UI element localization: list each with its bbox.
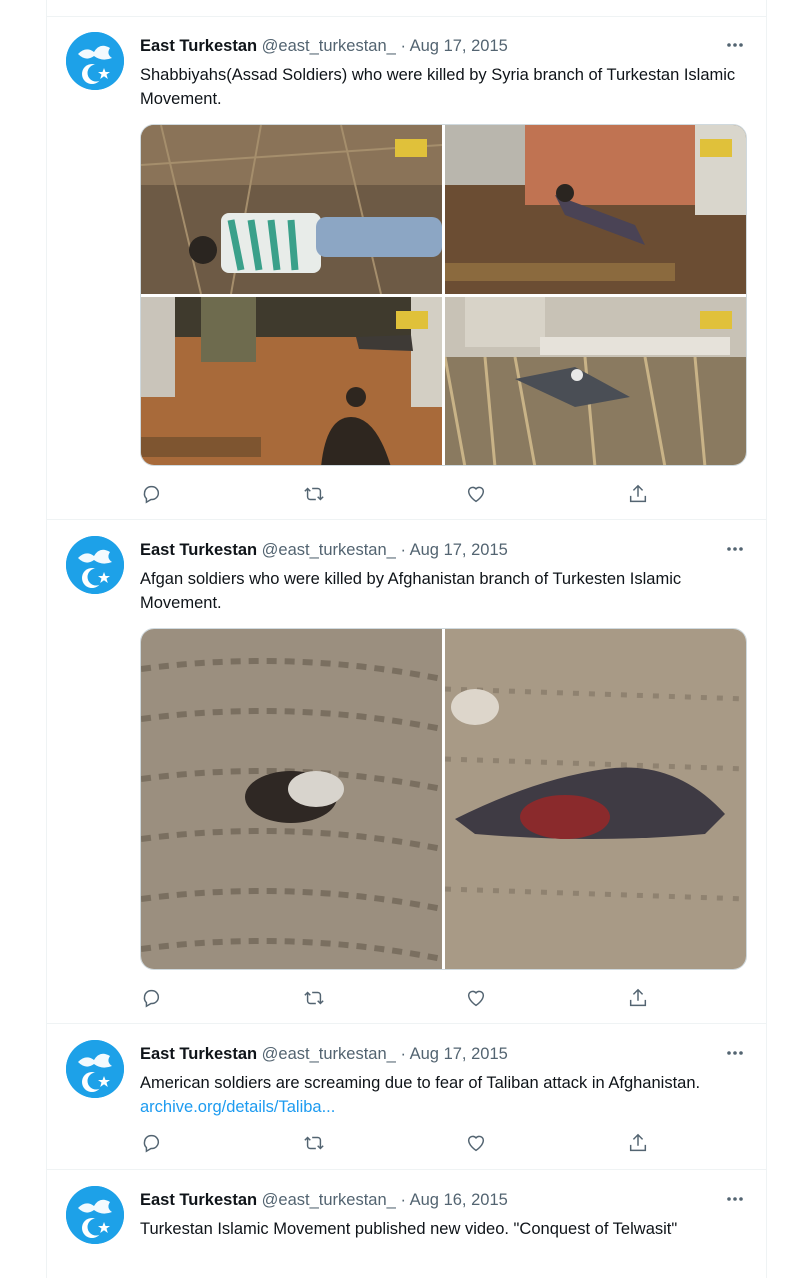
tweet-header: East Turkestan @east_turkestan_ · Aug 16… bbox=[140, 1189, 508, 1211]
reply-icon[interactable] bbox=[140, 483, 164, 507]
tweet-date[interactable]: Aug 16, 2015 bbox=[410, 1191, 508, 1209]
media-photo[interactable] bbox=[445, 629, 746, 969]
timeline-column: East Turkestan @east_turkestan_ · Aug 17… bbox=[46, 0, 767, 1278]
flag-logo-icon bbox=[66, 1040, 124, 1098]
author-handle[interactable]: @east_turkestan_ bbox=[262, 37, 396, 55]
tweet-header: East Turkestan @east_turkestan_ · Aug 17… bbox=[140, 539, 508, 561]
avatar[interactable] bbox=[66, 536, 124, 594]
media-photo[interactable] bbox=[445, 297, 746, 465]
tweet[interactable]: East Turkestan @east_turkestan_ · Aug 16… bbox=[47, 1171, 766, 1278]
more-icon[interactable] bbox=[724, 1189, 746, 1209]
media-photo[interactable] bbox=[141, 125, 442, 294]
avatar[interactable] bbox=[66, 1040, 124, 1098]
tweet-header: East Turkestan @east_turkestan_ · Aug 17… bbox=[140, 1043, 508, 1065]
flag-logo-icon bbox=[66, 1186, 124, 1244]
tweet[interactable]: East Turkestan @east_turkestan_ · Aug 17… bbox=[47, 521, 766, 1024]
more-icon[interactable] bbox=[724, 1043, 746, 1063]
separator-dot: · bbox=[400, 1191, 406, 1209]
tweet-media-grid[interactable] bbox=[140, 628, 747, 970]
avatar[interactable] bbox=[66, 32, 124, 90]
tweet-text-body: American soldiers are screaming due to f… bbox=[140, 1074, 701, 1092]
media-photo[interactable] bbox=[141, 629, 442, 969]
media-photo[interactable] bbox=[141, 297, 442, 465]
tweet-date[interactable]: Aug 17, 2015 bbox=[410, 37, 508, 55]
like-icon[interactable] bbox=[465, 483, 489, 507]
more-icon[interactable] bbox=[724, 539, 746, 559]
author-handle[interactable]: @east_turkestan_ bbox=[262, 541, 396, 559]
tweet-actions bbox=[140, 1132, 660, 1156]
flag-logo-icon bbox=[66, 32, 124, 90]
reply-icon[interactable] bbox=[140, 987, 164, 1011]
share-icon[interactable] bbox=[627, 987, 651, 1011]
tweet[interactable]: East Turkestan @east_turkestan_ · Aug 17… bbox=[47, 1025, 766, 1170]
author-name[interactable]: East Turkestan bbox=[140, 37, 257, 55]
share-icon[interactable] bbox=[627, 1132, 651, 1156]
separator-dot: · bbox=[400, 1045, 406, 1063]
author-handle[interactable]: @east_turkestan_ bbox=[262, 1191, 396, 1209]
more-icon[interactable] bbox=[724, 35, 746, 55]
author-name[interactable]: East Turkestan bbox=[140, 1191, 257, 1209]
tweet-header: East Turkestan @east_turkestan_ · Aug 17… bbox=[140, 35, 508, 57]
archive-link[interactable]: archive.org/details/Taliba... bbox=[140, 1098, 335, 1116]
tweet-date[interactable]: Aug 17, 2015 bbox=[410, 541, 508, 559]
tweet-text: American soldiers are screaming due to f… bbox=[140, 1071, 740, 1119]
flag-logo-icon bbox=[66, 536, 124, 594]
retweet-icon[interactable] bbox=[303, 1132, 327, 1156]
like-icon[interactable] bbox=[465, 987, 489, 1011]
reply-icon[interactable] bbox=[140, 1132, 164, 1156]
media-photo[interactable] bbox=[445, 125, 746, 294]
share-icon[interactable] bbox=[627, 483, 651, 507]
tweet-text: Turkestan Islamic Movement published new… bbox=[140, 1220, 678, 1238]
like-icon[interactable] bbox=[465, 1132, 489, 1156]
retweet-icon[interactable] bbox=[303, 483, 327, 507]
author-name[interactable]: East Turkestan bbox=[140, 541, 257, 559]
author-name[interactable]: East Turkestan bbox=[140, 1045, 257, 1063]
separator-dot: · bbox=[400, 37, 406, 55]
author-handle[interactable]: @east_turkestan_ bbox=[262, 1045, 396, 1063]
separator-dot: · bbox=[400, 541, 406, 559]
tweet-actions bbox=[140, 987, 660, 1011]
tweet[interactable]: East Turkestan @east_turkestan_ · Aug 17… bbox=[47, 17, 766, 520]
tweet-text: Shabbiyahs(Assad Soldiers) who were kill… bbox=[140, 66, 736, 108]
tweet-text: Afgan soldiers who were killed by Afghan… bbox=[140, 570, 682, 612]
avatar[interactable] bbox=[66, 1186, 124, 1244]
tweet-date[interactable]: Aug 17, 2015 bbox=[410, 1045, 508, 1063]
tweet-actions bbox=[140, 483, 660, 507]
retweet-icon[interactable] bbox=[303, 987, 327, 1011]
tweet-media-grid[interactable] bbox=[140, 124, 747, 466]
